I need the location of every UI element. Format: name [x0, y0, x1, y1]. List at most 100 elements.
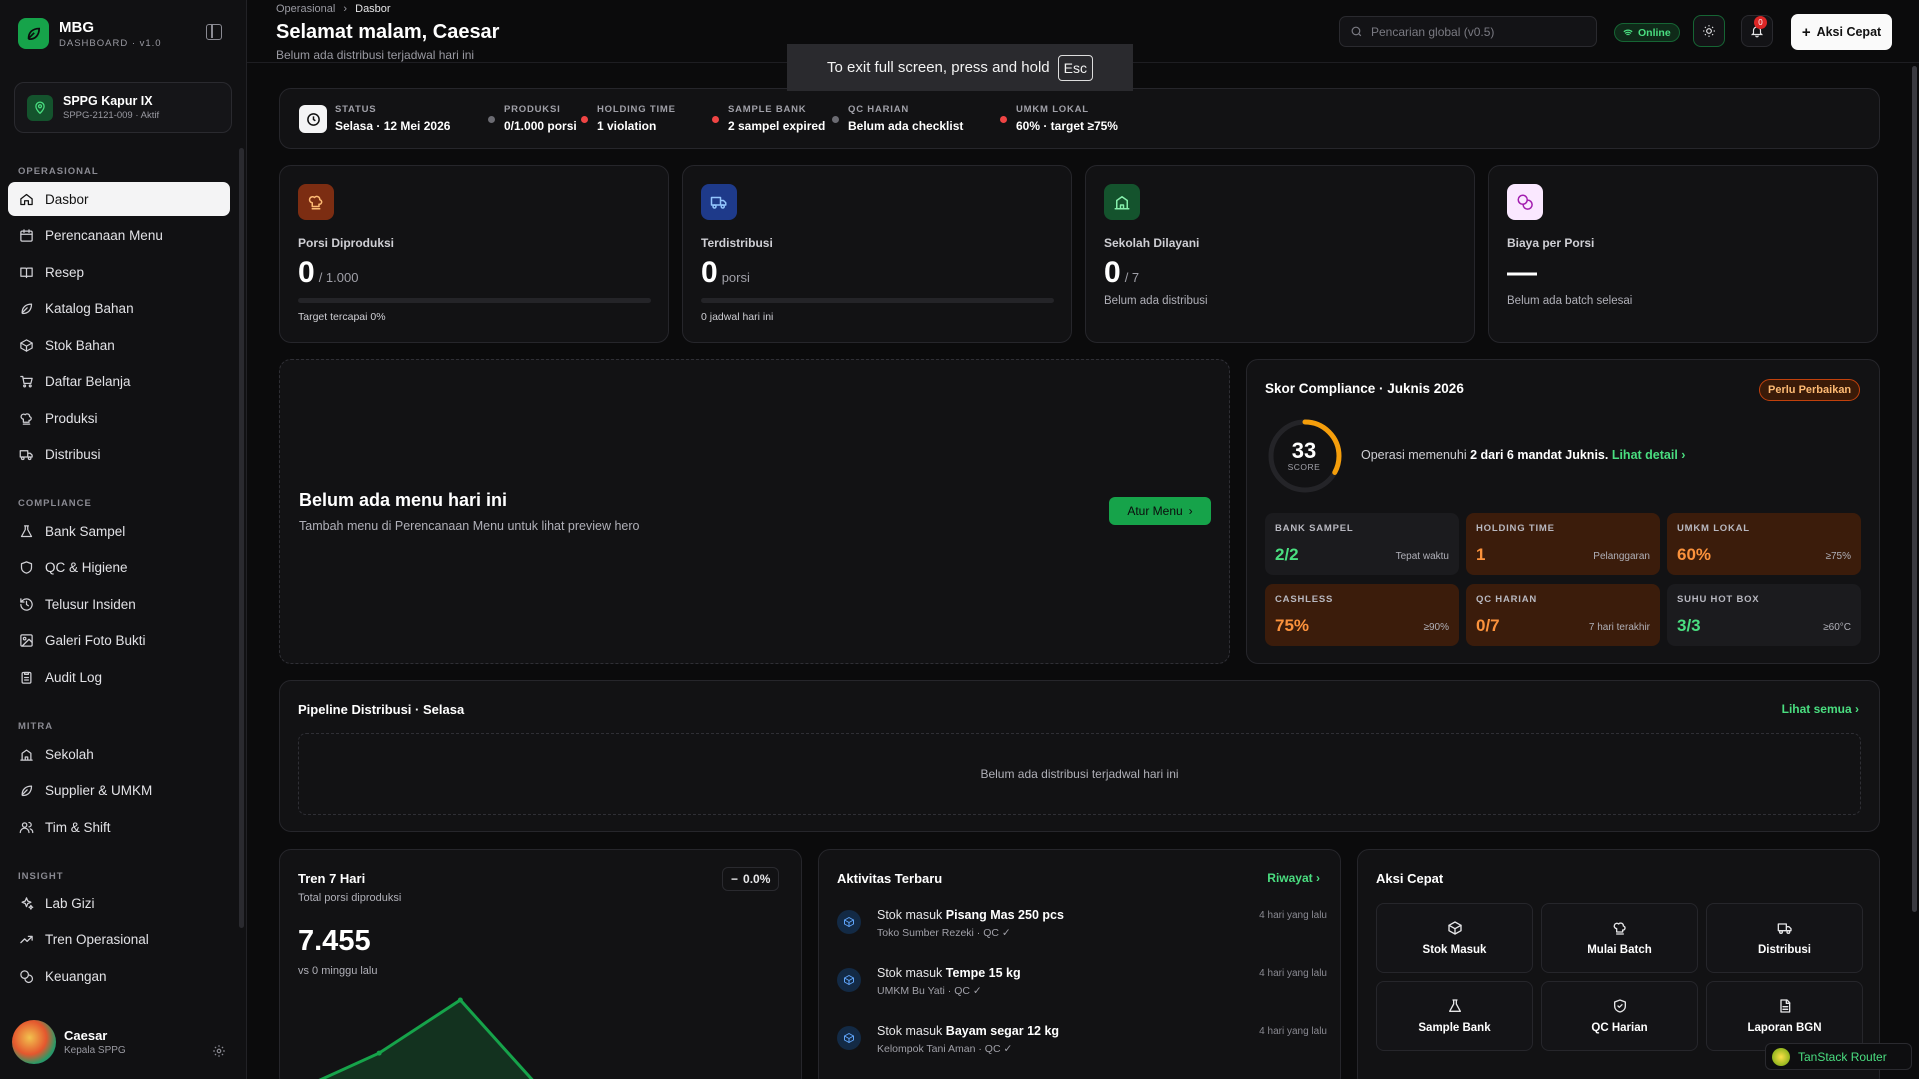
sidebar-item-resep[interactable]: Resep [8, 255, 230, 289]
activity-time: 4 hari yang lalu [1259, 910, 1327, 921]
sidebar-item-audit-log[interactable]: Audit Log [8, 660, 230, 694]
sidebar-item-dasbor[interactable]: Dasbor [8, 182, 230, 216]
kpi-icon [1507, 184, 1543, 220]
breadcrumb-parent[interactable]: Operasional [276, 3, 335, 15]
tile-value: 1 [1476, 545, 1486, 564]
chef-hat-icon [20, 412, 32, 425]
riwayat-link[interactable]: Riwayat › [1267, 871, 1320, 885]
sidebar-item-lab-gizi[interactable]: Lab Gizi [8, 886, 230, 920]
section-mitra: MITRA [18, 721, 54, 732]
status-strip: STATUS Selasa · 12 Mei 2026 PRODUKSI 0/1.00… [279, 88, 1880, 149]
status-label: HOLDING TIME [597, 104, 676, 115]
school-icon [1114, 196, 1130, 210]
status-item: HOLDING TIME 1 violation [597, 104, 676, 133]
breadcrumb-current: Dasbor [355, 3, 391, 15]
minus-icon: − [731, 872, 739, 886]
sidebar-item-perencanaan-menu[interactable]: Perencanaan Menu [8, 219, 230, 253]
status-label: QC HARIAN [848, 104, 910, 115]
main-scrollbar[interactable] [1912, 66, 1917, 912]
status-dot [712, 116, 719, 123]
quick-action-label: QC Harian [1591, 1022, 1648, 1034]
site-switcher[interactable]: SPPG Kapur IX SPPG-2121-009 · Aktif [14, 82, 232, 133]
quick-action-stok-masuk[interactable]: Stok Masuk [1376, 903, 1533, 973]
quick-action-sample-bank[interactable]: Sample Bank [1376, 981, 1533, 1051]
activity-item-name: Tempe 15 kg [945, 966, 1021, 980]
tile-note: ≥75% [1825, 551, 1851, 562]
trend-subtitle: Total porsi diproduksi [298, 892, 402, 904]
sidebar-item-stok-bahan[interactable]: Stok Bahan [8, 328, 230, 362]
online-label: Online [1638, 26, 1671, 39]
quick-action-mulai-batch[interactable]: Mulai Batch [1541, 903, 1698, 973]
sidebar-scrollbar[interactable] [239, 148, 244, 928]
history-icon [20, 597, 33, 611]
sidebar-item-bank-sampel[interactable]: Bank Sampel [8, 514, 230, 548]
sidebar-item-produksi[interactable]: Produksi [8, 401, 230, 435]
tanstack-router-devtools-button[interactable]: TanStack Router [1765, 1043, 1912, 1070]
menu-hero-empty: Belum ada menu hari ini Tambah menu di P… [279, 359, 1230, 664]
compliance-card: Skor Compliance · Juknis 2026 Perlu Perb… [1246, 359, 1880, 664]
sidebar-item-distribusi[interactable]: Distribusi [8, 438, 230, 472]
kpi-card: Sekolah Dilayani 0/ 7 Belum ada distribusi [1085, 165, 1475, 343]
compliance-tile[interactable]: QC HARIAN 0/7 7 hari terakhir [1466, 584, 1660, 646]
compliance-tile[interactable]: HOLDING TIME 1 Pelanggaran [1466, 513, 1660, 575]
trend-chart [318, 997, 534, 1079]
lihat-semua-link[interactable]: Lihat semua › [1782, 702, 1859, 716]
activity-item-name: Pisang Mas 250 pcs [945, 908, 1064, 922]
global-search[interactable] [1339, 16, 1597, 47]
brand[interactable]: MBG DASHBOARD · v1.0 [18, 18, 162, 49]
quick-action-button[interactable]: + Aksi Cepat [1791, 14, 1892, 50]
user-profile[interactable]: Caesar Kepala SPPG [12, 1020, 126, 1064]
sidebar-item-daftar-belanja[interactable]: Daftar Belanja [8, 365, 230, 399]
flask-icon [20, 524, 33, 537]
theme-toggle-button[interactable] [1693, 15, 1725, 47]
lihat-detail-link[interactable]: Lihat detail [1612, 448, 1678, 462]
status-item: QC HARIAN Belum ada checklist [848, 104, 963, 133]
sidebar-item-keuangan[interactable]: Keuangan [8, 959, 230, 993]
activity-item[interactable]: Stok masuk Pisang Mas 250 pcs Toko Sumber… [837, 908, 1327, 948]
pipeline-card: Pipeline Distribusi · Selasa Lihat semua… [279, 680, 1880, 832]
trend-title: Tren 7 Hari [298, 871, 366, 886]
activity-item[interactable]: Stok masuk Tempe 15 kg UMKM Bu Yati · QC … [837, 966, 1327, 1006]
status-item: STATUS Selasa · 12 Mei 2026 [335, 104, 450, 133]
box-icon [1447, 921, 1462, 935]
sidebar-item-tren-operasional[interactable]: Tren Operasional [8, 923, 230, 957]
toast-text: To exit full screen, press and hold [827, 59, 1050, 76]
atur-menu-button[interactable]: Atur Menu › [1109, 497, 1211, 525]
trend-point [376, 1050, 382, 1056]
section-insight: INSIGHT [18, 871, 64, 882]
tile-value: 75% [1275, 616, 1310, 635]
quick-action-distribusi[interactable]: Distribusi [1706, 903, 1863, 973]
compliance-tile[interactable]: BANK SAMPEL 2/2 Tepat waktu [1265, 513, 1459, 575]
sidebar-item-label: Katalog Bahan [45, 301, 134, 316]
kpi-note: Target tercapai 0% [298, 311, 386, 323]
pipeline-title: Pipeline Distribusi · Selasa [298, 702, 465, 717]
sidebar-item-sekolah[interactable]: Sekolah [8, 737, 230, 771]
sidebar-item-supplier-umkm[interactable]: Supplier & UMKM [8, 774, 230, 808]
kpi-label: Biaya per Porsi [1507, 236, 1595, 250]
sidebar-item-galeri-foto-bukti[interactable]: Galeri Foto Bukti [8, 624, 230, 658]
quick-action-laporan-bgn[interactable]: Laporan BGN [1706, 981, 1863, 1051]
sidebar-collapse-icon[interactable] [206, 24, 222, 40]
compliance-desc-bold: 2 dari 6 mandat Juknis. [1470, 448, 1609, 462]
kpi-progress-bar [298, 298, 651, 303]
kpi-number: 0 [701, 256, 718, 289]
sidebar-item-telusur-insiden[interactable]: Telusur Insiden [8, 587, 230, 621]
sidebar-item-katalog-bahan[interactable]: Katalog Bahan [8, 292, 230, 326]
leaf-icon [21, 785, 33, 797]
compliance-tile[interactable]: CASHLESS 75% ≥90% [1265, 584, 1459, 646]
user-name: Caesar [64, 1028, 108, 1043]
status-dot [1000, 116, 1007, 123]
compliance-tile[interactable]: UMKM LOKAL 60% ≥75% [1667, 513, 1861, 575]
image-icon [20, 634, 33, 647]
sidebar-item-tim-shift[interactable]: Tim & Shift [8, 810, 230, 844]
search-input[interactable] [1371, 24, 1571, 39]
activity-time: 4 hari yang lalu [1259, 1026, 1327, 1037]
quick-action-qc-harian[interactable]: QC Harian [1541, 981, 1698, 1051]
sidebar-item-qc-higiene[interactable]: QC & Higiene [8, 551, 230, 585]
gear-icon[interactable] [212, 1044, 226, 1061]
status-value: Belum ada checklist [848, 119, 964, 133]
chevron-right-icon: › [343, 3, 348, 15]
activity-item[interactable]: Stok masuk Bayam segar 12 kg Kelompok Tan… [837, 1024, 1327, 1064]
compliance-tile[interactable]: SUHU HOT BOX 3/3 ≥60°C [1667, 584, 1861, 646]
compliance-title: Skor Compliance · Juknis 2026 [1265, 381, 1464, 396]
